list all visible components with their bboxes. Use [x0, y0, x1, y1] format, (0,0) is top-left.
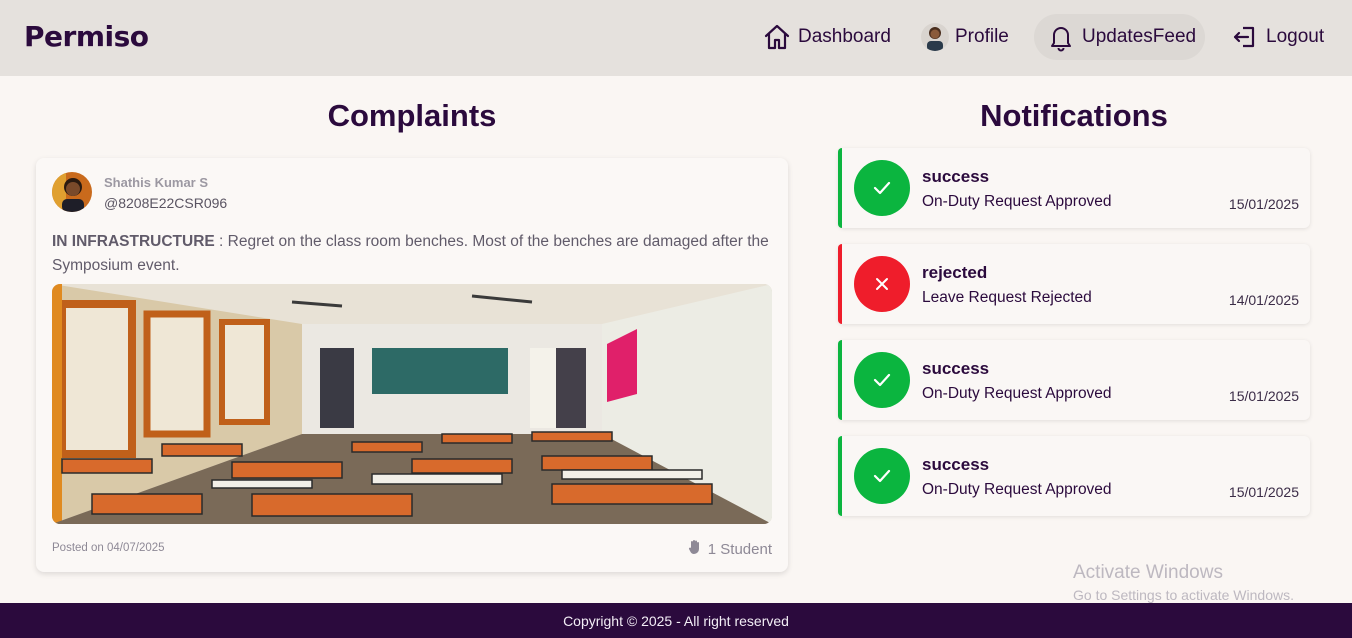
notification-status: success [922, 167, 990, 186]
brand-logo[interactable]: Permiso [24, 20, 149, 53]
activate-windows-title: Activate Windows [1073, 562, 1223, 583]
author-avatar[interactable] [52, 172, 92, 212]
complaint-card: Shathis Kumar S @8208E22CSR096 IN INFRAS… [36, 158, 788, 572]
copyright-text: Copyright © 2025 - All right reserved [563, 612, 789, 629]
check-icon [854, 448, 910, 504]
posted-date: Posted on 04/07/2025 [52, 542, 165, 554]
notification-message: On-Duty Request Approved [922, 193, 1112, 210]
check-icon [854, 160, 910, 216]
complaint-category: IN INFRASTRUCTURE [52, 233, 215, 250]
notification-date: 14/01/2025 [1228, 292, 1299, 308]
notification-status: success [922, 455, 990, 474]
nav-profile[interactable]: Profile [909, 14, 1021, 60]
complaints-title: Complaints [327, 98, 497, 133]
status-stripe [838, 436, 842, 516]
close-icon [854, 256, 910, 312]
nav-profile-label: Profile [955, 26, 1009, 47]
notification-date: 15/01/2025 [1228, 388, 1299, 404]
logout-icon [1230, 22, 1260, 52]
support-button[interactable]: 1 Student [688, 539, 772, 559]
bell-icon [1046, 22, 1076, 52]
author-handle: @8208E22CSR096 [104, 195, 228, 211]
nav-dashboard[interactable]: Dashboard [750, 14, 903, 60]
author-name: Shathis Kumar S [104, 175, 209, 190]
status-stripe [838, 244, 842, 324]
raised-hand-icon [688, 539, 702, 559]
complaint-photo [52, 284, 772, 524]
activate-windows-hint: Go to Settings to activate Windows. [1073, 587, 1294, 603]
nav-dashboard-label: Dashboard [798, 26, 891, 47]
home-icon [762, 22, 792, 52]
nav-logout[interactable]: Logout [1218, 14, 1336, 60]
nav-logout-label: Logout [1266, 26, 1325, 47]
notification-message: Leave Request Rejected [922, 289, 1092, 306]
support-count: 1 Student [707, 540, 772, 558]
notification-item[interactable]: success On-Duty Request Approved 15/01/2… [838, 436, 1310, 516]
notification-status: success [922, 359, 990, 378]
profile-avatar [921, 23, 949, 51]
check-icon [854, 352, 910, 408]
top-navbar: Permiso Dashboard Profile UpdatesFeed Lo… [0, 0, 1352, 76]
complaint-text: IN INFRASTRUCTURE : Regret on the class … [52, 230, 772, 278]
complaint-separator: : [214, 233, 228, 250]
notification-item[interactable]: success On-Duty Request Approved 15/01/2… [838, 340, 1310, 420]
notification-date: 15/01/2025 [1228, 484, 1299, 500]
nav-updates-feed[interactable]: UpdatesFeed [1034, 14, 1205, 60]
notification-message: On-Duty Request Approved [922, 385, 1112, 402]
footer: Copyright © 2025 - All right reserved [0, 603, 1352, 638]
notifications-title: Notifications [980, 98, 1168, 133]
notification-item[interactable]: success On-Duty Request Approved 15/01/2… [838, 148, 1310, 228]
nav-updates-label: UpdatesFeed [1082, 26, 1197, 47]
notification-item[interactable]: rejected Leave Request Rejected 14/01/20… [838, 244, 1310, 324]
status-stripe [838, 340, 842, 420]
status-stripe [838, 148, 842, 228]
notification-date: 15/01/2025 [1228, 196, 1299, 212]
notification-status: rejected [922, 263, 988, 282]
notification-message: On-Duty Request Approved [922, 481, 1112, 498]
